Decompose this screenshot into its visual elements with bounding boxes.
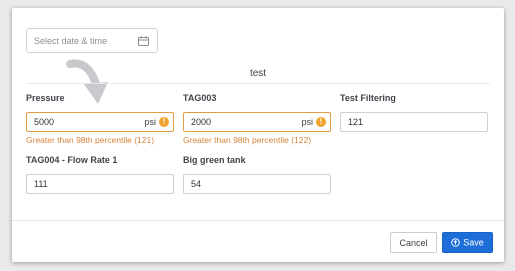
tag003-value: 2000 bbox=[191, 117, 212, 127]
flow-rate-value: 111 bbox=[34, 179, 48, 189]
date-time-input[interactable] bbox=[34, 34, 134, 48]
test-filtering-value: 121 bbox=[348, 117, 364, 127]
footer-divider bbox=[12, 220, 504, 221]
test-filtering-input[interactable]: 121 bbox=[340, 112, 488, 132]
flow-rate-input[interactable]: 111 bbox=[26, 174, 174, 194]
warning-icon: ! bbox=[316, 117, 326, 127]
pressure-error: Greater than 98th percentile (121) bbox=[26, 135, 155, 145]
data-entry-dialog: test Pressure 5000 psi ! Greater than 98… bbox=[12, 8, 504, 262]
tag003-input[interactable]: 2000 psi ! bbox=[183, 112, 331, 132]
section-title: test bbox=[249, 68, 267, 79]
warning-icon: ! bbox=[159, 117, 169, 127]
big-green-tank-value: 54 bbox=[191, 179, 202, 189]
tag003-error: Greater than 98th percentile (122) bbox=[183, 135, 312, 145]
big-green-tank-input[interactable]: 54 bbox=[183, 174, 331, 194]
date-time-picker[interactable] bbox=[26, 28, 158, 53]
test-filtering-label: Test Filtering bbox=[340, 93, 396, 103]
calendar-icon[interactable] bbox=[138, 36, 149, 46]
save-label: Save bbox=[463, 237, 484, 248]
tag003-unit: psi bbox=[301, 117, 313, 127]
cancel-button[interactable]: Cancel bbox=[390, 232, 437, 253]
curved-arrow-icon bbox=[66, 59, 108, 104]
flow-rate-label: TAG004 - Flow Rate 1 bbox=[26, 155, 118, 165]
pressure-label: Pressure bbox=[26, 93, 65, 103]
big-green-tank-label: Big green tank bbox=[183, 155, 246, 165]
tag003-label: TAG003 bbox=[183, 93, 217, 103]
pressure-unit: psi bbox=[144, 117, 156, 127]
pressure-value: 5000 bbox=[34, 117, 55, 127]
pressure-input[interactable]: 5000 psi ! bbox=[26, 112, 174, 132]
save-button[interactable]: Save bbox=[442, 232, 493, 253]
upload-icon bbox=[451, 238, 461, 248]
section-divider bbox=[26, 83, 490, 84]
